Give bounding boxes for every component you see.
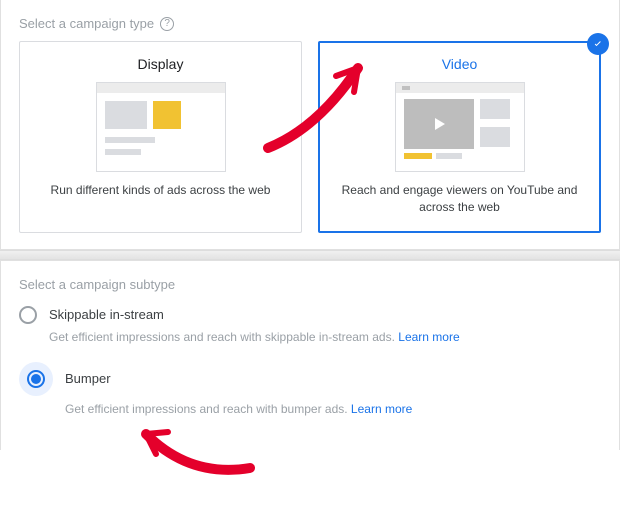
card-desc: Reach and engage viewers on YouTube and … — [331, 182, 588, 216]
campaign-type-cards: Display Run different kinds of ads acros… — [19, 41, 601, 233]
video-thumb-icon — [395, 82, 525, 172]
subtype-desc-text: Get efficient impressions and reach with… — [65, 402, 351, 416]
campaign-type-panel: Select a campaign type ? Display Run dif… — [0, 0, 620, 250]
radio-checked-icon — [27, 370, 45, 388]
card-desc: Run different kinds of ads across the we… — [32, 182, 289, 199]
card-title: Display — [32, 56, 289, 72]
learn-more-link[interactable]: Learn more — [398, 330, 459, 344]
subtype-desc-text: Get efficient impressions and reach with… — [49, 330, 398, 344]
subtype-desc: Get efficient impressions and reach with… — [65, 402, 601, 416]
radio-highlight — [19, 362, 53, 396]
check-icon — [587, 33, 609, 55]
card-title: Video — [331, 56, 588, 72]
display-thumb-icon — [96, 82, 226, 172]
subtype-desc: Get efficient impressions and reach with… — [49, 330, 601, 344]
campaign-subtype-panel: Select a campaign subtype Skippable in-s… — [0, 260, 620, 450]
subtype-bumper-option[interactable]: Bumper — [19, 362, 601, 396]
radio-unchecked-icon — [19, 306, 37, 324]
subtype-label: Bumper — [65, 371, 111, 386]
subtype-label: Skippable in-stream — [49, 307, 164, 322]
subtype-skippable-option[interactable]: Skippable in-stream — [19, 306, 601, 324]
campaign-subtype-label-text: Select a campaign subtype — [19, 277, 175, 292]
campaign-type-card-display[interactable]: Display Run different kinds of ads acros… — [19, 41, 302, 233]
learn-more-link[interactable]: Learn more — [351, 402, 412, 416]
help-icon[interactable]: ? — [160, 17, 174, 31]
subtype-bumper: Bumper Get efficient impressions and rea… — [19, 362, 601, 416]
campaign-type-label-text: Select a campaign type — [19, 16, 154, 31]
campaign-type-card-video[interactable]: Video Reach and engage viewers on YouTub… — [318, 41, 601, 233]
campaign-subtype-label: Select a campaign subtype — [19, 277, 601, 292]
panel-divider — [0, 250, 620, 260]
subtype-skippable: Skippable in-stream Get efficient impres… — [19, 306, 601, 344]
campaign-type-label: Select a campaign type ? — [19, 16, 601, 31]
